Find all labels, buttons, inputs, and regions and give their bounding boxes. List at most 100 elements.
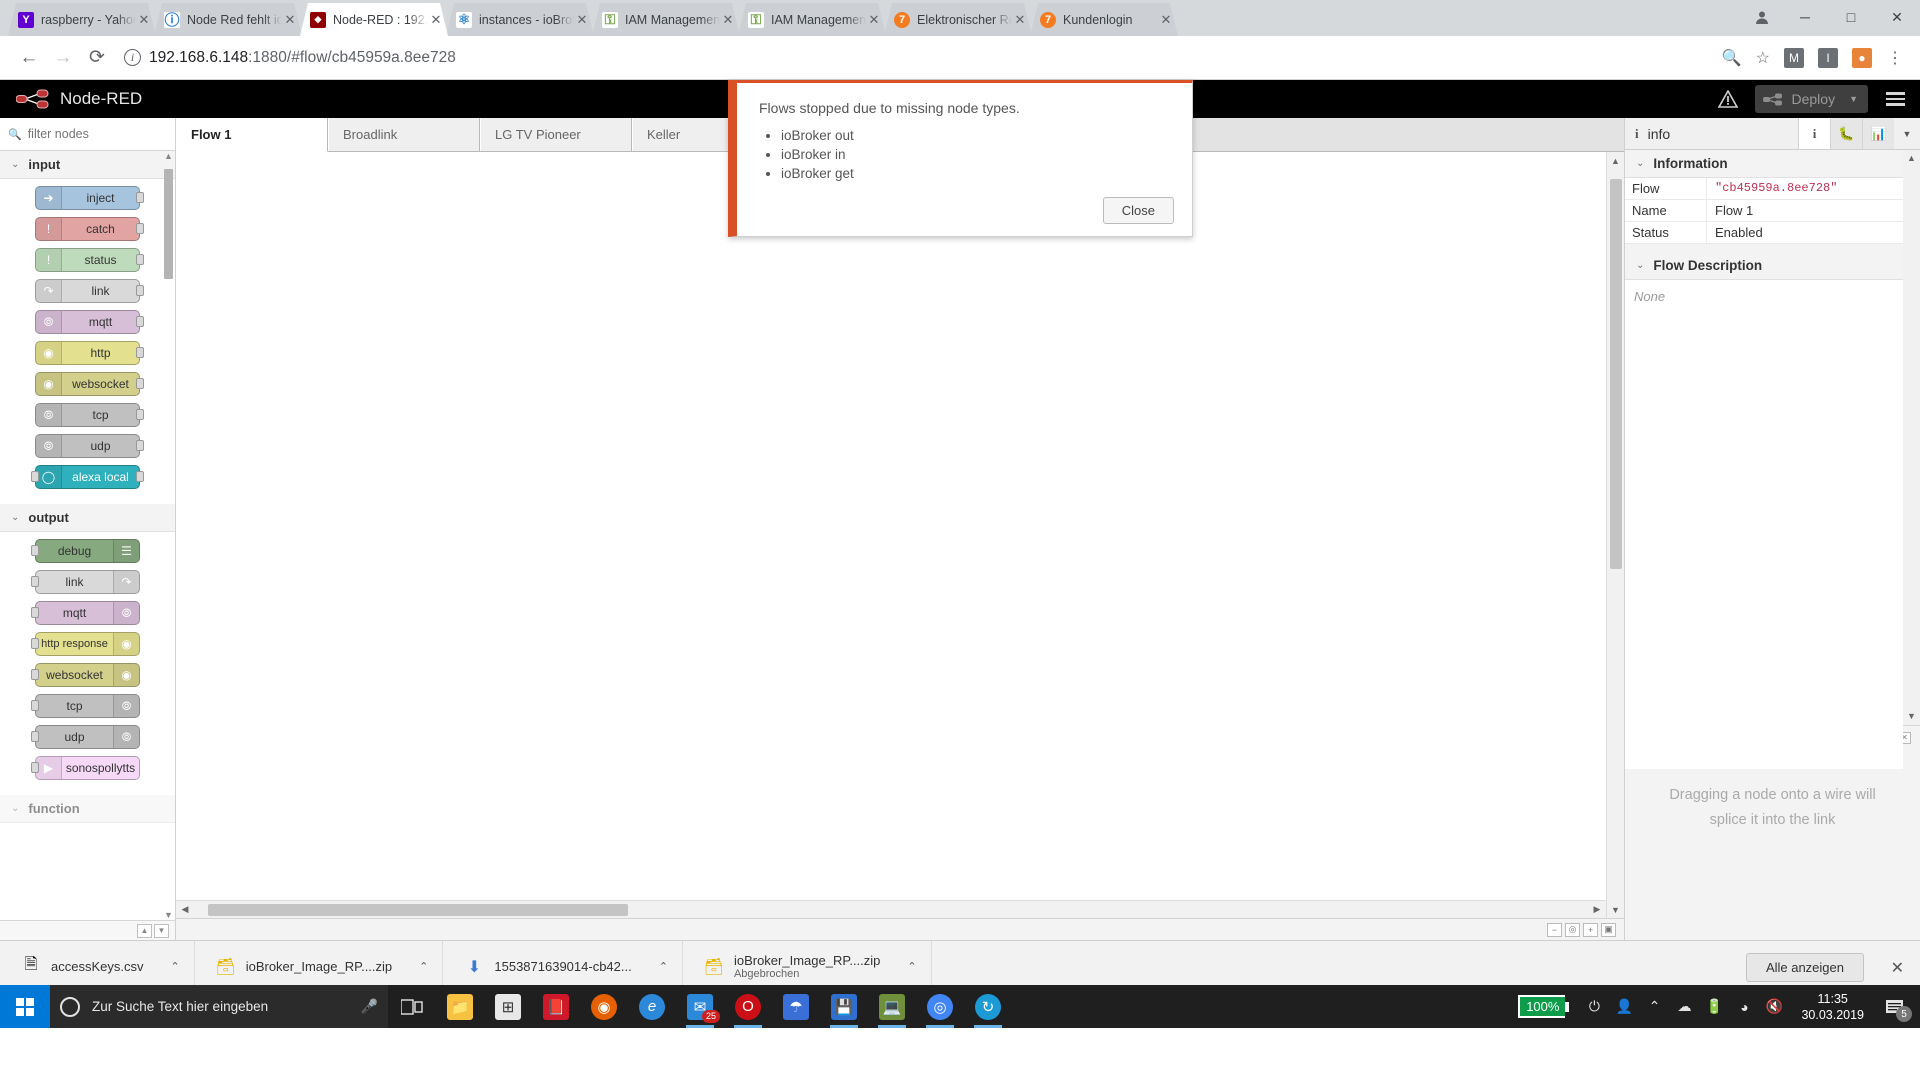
canvas-horizontal-scrollbar[interactable]: ◀ ▶ xyxy=(176,900,1606,918)
chevron-up-icon[interactable]: ⌃ xyxy=(170,960,179,973)
close-icon[interactable]: ✕ xyxy=(866,12,882,28)
sidebar-scrollbar[interactable]: ▲ ▼ xyxy=(1903,150,1920,725)
input-port[interactable] xyxy=(31,545,39,556)
canvas-vertical-scrollbar[interactable]: ▲ ▼ xyxy=(1606,152,1624,918)
magnifier-icon[interactable]: 🔍 xyxy=(1722,48,1742,68)
scroll-up-icon[interactable]: ▲ xyxy=(164,151,173,161)
sidebar-dashboard-tab[interactable]: 📊 xyxy=(1862,118,1894,149)
browser-tab-1[interactable]: ⓘ Node Red fehlt iob ✕ xyxy=(154,3,302,36)
chrome-icon[interactable]: ◎ xyxy=(916,985,964,1028)
output-port[interactable] xyxy=(136,316,144,327)
palette-node-sonospollytts[interactable]: ▶ sonospollytts xyxy=(31,756,140,780)
teamviewer-icon[interactable]: ↻ xyxy=(964,985,1012,1028)
output-port[interactable] xyxy=(136,378,144,389)
palette-node-catch[interactable]: ! catch xyxy=(35,217,144,241)
palette-node-link-out[interactable]: link ↷ xyxy=(31,570,140,594)
warning-triangle-icon[interactable] xyxy=(1711,84,1745,114)
browser-tab-7[interactable]: 7 Kundenlogin ✕ xyxy=(1030,3,1178,36)
input-port[interactable] xyxy=(31,700,39,711)
palette-node-status[interactable]: ! status xyxy=(35,248,144,272)
zoom-reset-icon[interactable]: ◎ xyxy=(1565,922,1580,937)
palette-node-link-in[interactable]: ↷ link xyxy=(35,279,144,303)
close-notification-button[interactable]: Close xyxy=(1102,197,1174,224)
zoom-in-icon[interactable]: + xyxy=(1583,922,1598,937)
palette-node-mqtt-in[interactable]: ⦾ mqtt xyxy=(35,310,144,334)
scroll-up-icon[interactable]: ▲ xyxy=(1903,150,1920,167)
edge-icon[interactable]: e xyxy=(628,985,676,1028)
palette-node-debug[interactable]: debug ☰ xyxy=(31,539,140,563)
scroll-up-icon[interactable]: ▲ xyxy=(1607,152,1624,169)
site-info-icon[interactable]: i xyxy=(124,49,141,66)
browser-tab-6[interactable]: 7 Elektronischer Rolla ✕ xyxy=(884,3,1032,36)
palette-node-tcp-in[interactable]: ⦾ tcp xyxy=(35,403,144,427)
power-plug-icon[interactable]: ⏻ xyxy=(1579,985,1609,1028)
flow-tab-flow-1[interactable]: Flow 1 xyxy=(176,118,328,152)
close-icon[interactable]: ✕ xyxy=(1012,12,1028,28)
save-disk-icon[interactable]: 💾 xyxy=(820,985,868,1028)
scroll-down-icon[interactable]: ▼ xyxy=(1903,708,1920,725)
chevron-up-icon[interactable]: ⌃ xyxy=(659,960,668,973)
browser-tab-4[interactable]: ⚿ IAM Management C ✕ xyxy=(592,3,740,36)
input-port[interactable] xyxy=(31,669,39,680)
show-all-downloads-button[interactable]: Alle anzeigen xyxy=(1745,953,1864,982)
show-hidden-icons-icon[interactable]: ⌃ xyxy=(1639,985,1669,1028)
filter-nodes-input[interactable] xyxy=(27,127,167,141)
battery-icon[interactable]: 🔋 xyxy=(1699,985,1729,1028)
scroll-right-icon[interactable]: ▶ xyxy=(1588,904,1606,915)
hamburger-menu-icon[interactable] xyxy=(1878,84,1912,114)
input-port[interactable] xyxy=(31,638,39,649)
onedrive-icon[interactable]: ☁ xyxy=(1669,985,1699,1028)
hscroll-track[interactable] xyxy=(194,901,1588,918)
flow-tab-lg-tv-pioneer[interactable]: LG TV Pioneer xyxy=(480,118,632,151)
input-port[interactable] xyxy=(31,607,39,618)
palette-node-websocket-in[interactable]: ◉ websocket xyxy=(35,372,144,396)
sidebar-more-tab[interactable]: ▼ xyxy=(1894,118,1920,149)
output-port[interactable] xyxy=(136,192,144,203)
close-icon[interactable]: ✕ xyxy=(574,12,590,28)
input-port[interactable] xyxy=(31,731,39,742)
wifi-icon[interactable]: ◕ xyxy=(1729,985,1759,1028)
microsoft-store-icon[interactable]: ⊞ xyxy=(484,985,532,1028)
palette-scrollbar[interactable]: ▲ ▼ xyxy=(164,151,173,920)
output-port[interactable] xyxy=(136,409,144,420)
zoom-out-icon[interactable]: − xyxy=(1547,922,1562,937)
palette-search[interactable]: 🔍 xyxy=(0,118,175,151)
palette-node-http-response[interactable]: http response ◉ xyxy=(31,632,140,656)
deploy-button[interactable]: Deploy ▼ xyxy=(1755,85,1868,113)
close-icon[interactable]: ✕ xyxy=(1158,12,1174,28)
taskbar-search[interactable]: Zur Suche Text hier eingeben 🎤 xyxy=(50,985,388,1028)
people-icon[interactable]: 👤 xyxy=(1609,985,1639,1028)
palette-node-alexa-local[interactable]: ◯ alexa local xyxy=(31,465,144,489)
collapse-all-icon[interactable]: ▲ xyxy=(137,923,152,938)
scroll-left-icon[interactable]: ◀ xyxy=(176,904,194,915)
chevron-up-icon[interactable]: ⌃ xyxy=(907,960,916,973)
reload-button[interactable]: ⟳ xyxy=(80,41,114,75)
expand-all-icon[interactable]: ▼ xyxy=(154,923,169,938)
flow-description-section-header[interactable]: ⌄ Flow Description xyxy=(1625,252,1920,279)
opera-icon[interactable]: O xyxy=(724,985,772,1028)
palette-node-udp-out[interactable]: udp ⦾ xyxy=(31,725,140,749)
output-port[interactable] xyxy=(136,223,144,234)
scrollbar-thumb[interactable] xyxy=(1610,179,1622,569)
browser-tab-5[interactable]: ⚿ IAM Management C ✕ xyxy=(738,3,886,36)
navigator-icon[interactable]: ▣ xyxy=(1601,922,1616,937)
microphone-icon[interactable]: 🎤 xyxy=(361,998,378,1015)
extension-i-icon[interactable]: I xyxy=(1818,47,1838,68)
scrollbar-thumb[interactable] xyxy=(164,169,173,279)
address-bar[interactable]: i 192.168.6.148:1880/#flow/cb45959a.8ee7… xyxy=(124,43,1714,73)
profile-avatar[interactable]: ● xyxy=(1852,47,1872,68)
three-dots-icon[interactable]: ⋮ xyxy=(1886,48,1904,68)
input-port[interactable] xyxy=(31,576,39,587)
remote-desktop-icon[interactable]: 💻 xyxy=(868,985,916,1028)
output-port[interactable] xyxy=(136,254,144,265)
action-center-icon[interactable]: 5 xyxy=(1876,985,1914,1028)
close-shelf-icon[interactable]: ✕ xyxy=(1891,958,1904,978)
close-window-button[interactable]: ✕ xyxy=(1874,0,1920,34)
sidebar-debug-tab[interactable]: 🐛 xyxy=(1830,118,1862,149)
windows-start-icon[interactable] xyxy=(0,985,50,1028)
close-icon[interactable]: ✕ xyxy=(720,12,736,28)
scrollbar-thumb[interactable] xyxy=(208,904,628,916)
user-account-icon[interactable] xyxy=(1742,0,1782,34)
close-icon[interactable]: ✕ xyxy=(136,12,152,28)
chevron-down-icon[interactable]: ▼ xyxy=(1849,94,1858,104)
